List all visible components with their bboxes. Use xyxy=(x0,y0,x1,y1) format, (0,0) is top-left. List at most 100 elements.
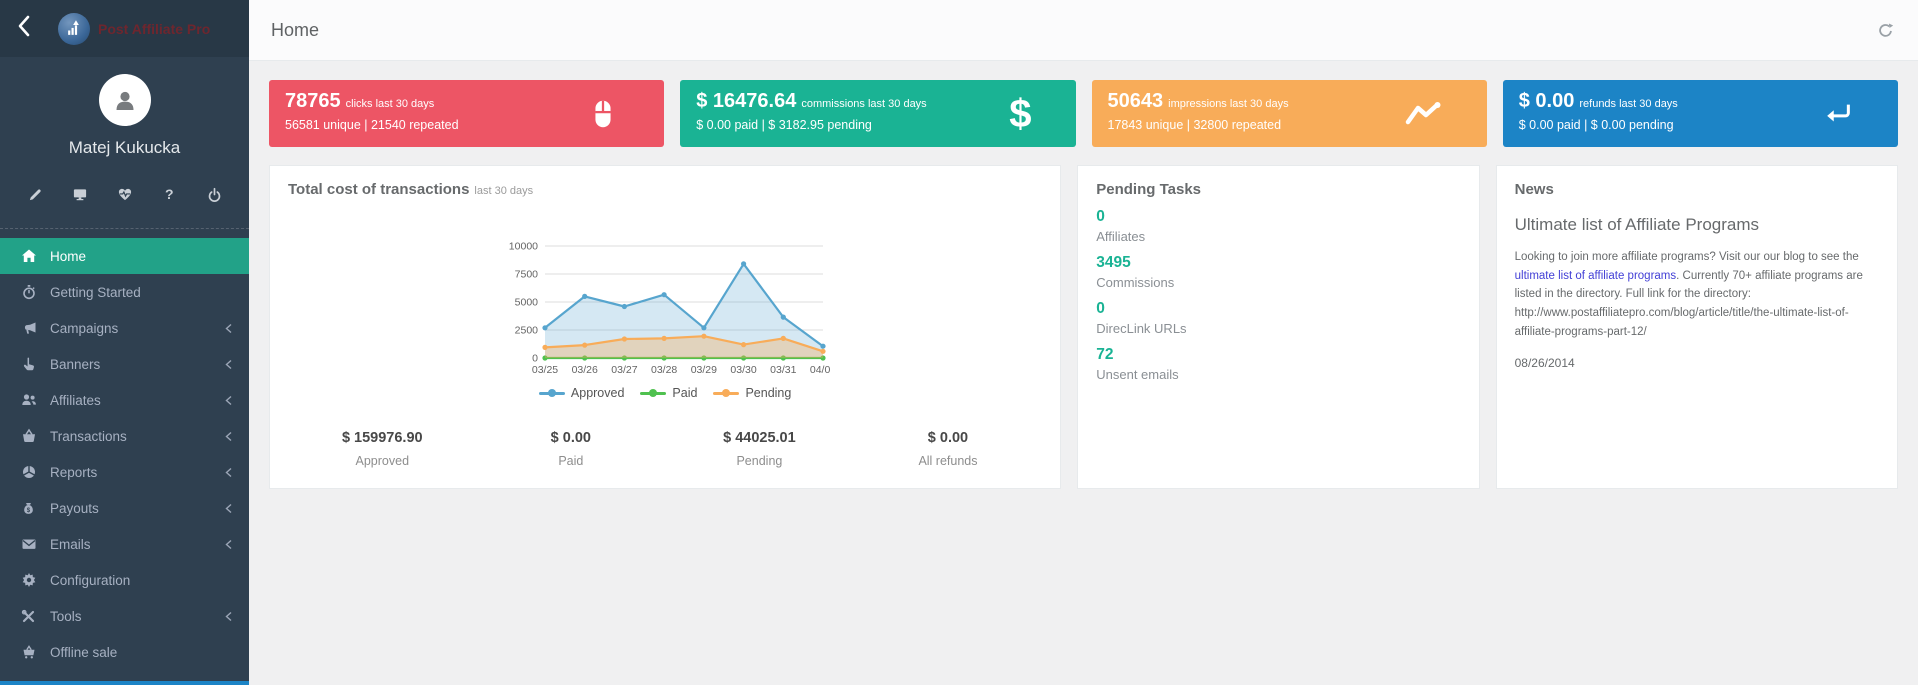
sidebar-item-home[interactable]: Home xyxy=(0,238,249,274)
sidebar: Post Affiliate Pro Matej Kukucka ? xyxy=(0,0,249,685)
hand-pointer-icon xyxy=(20,356,37,372)
chevron-left-icon xyxy=(225,503,232,514)
clicks-value: 78765 xyxy=(285,90,341,112)
envelope-icon xyxy=(20,536,37,552)
pending-commissions: 3495 Commissions xyxy=(1096,254,1460,290)
svg-text:03/28: 03/28 xyxy=(651,364,677,376)
chevron-left-icon xyxy=(225,395,232,406)
app-root: Post Affiliate Pro Matej Kukucka ? xyxy=(0,0,1918,685)
svg-text:03/25: 03/25 xyxy=(532,364,558,376)
user-avatar[interactable] xyxy=(99,74,151,126)
home-icon xyxy=(20,248,37,264)
sidebar-item-transactions[interactable]: Transactions xyxy=(0,418,249,454)
transactions-totals: $ 159976.90 Approved $ 0.00 Paid $ 44025… xyxy=(288,430,1042,468)
back-chevron-icon xyxy=(16,13,32,44)
news-date: 08/26/2014 xyxy=(1515,356,1879,370)
person-icon xyxy=(112,87,138,113)
clicks-stat-card[interactable]: 78765clicks last 30 days 56581 unique | … xyxy=(269,80,664,147)
svg-text:03/31: 03/31 xyxy=(770,364,796,376)
approved-total: $ 159976.90 Approved xyxy=(288,430,477,468)
svg-text:03/27: 03/27 xyxy=(611,364,637,376)
chevron-left-icon xyxy=(225,467,232,478)
sidebar-item-reports[interactable]: Reports xyxy=(0,454,249,490)
pending-tasks-title: Pending Tasks xyxy=(1096,181,1460,198)
monitor-icon[interactable] xyxy=(71,185,89,203)
transactions-chart: 02500500075001000003/2503/2603/2703/2803… xyxy=(288,238,1042,400)
sidebar-item-banners[interactable]: Banners xyxy=(0,346,249,382)
paid-total: $ 0.00 Paid xyxy=(477,430,666,468)
impressions-stat-card[interactable]: 50643impressions last 30 days 17843 uniq… xyxy=(1092,80,1487,147)
pie-chart-icon xyxy=(20,464,37,480)
chevron-left-icon xyxy=(225,431,232,442)
chevron-left-icon xyxy=(225,539,232,550)
cart-icon xyxy=(20,644,37,660)
stopwatch-icon xyxy=(20,284,37,300)
pending-tasks-panel: Pending Tasks 0 Affiliates 3495 Commissi… xyxy=(1077,165,1479,489)
transactions-panel: Total cost of transactionslast 30 days 0… xyxy=(269,165,1061,489)
brand-name: Post Affiliate Pro xyxy=(98,21,210,37)
pending-unsent-emails: 72 Unsent emails xyxy=(1096,346,1460,382)
user-name: Matej Kukucka xyxy=(0,138,249,158)
sidebar-divider xyxy=(0,228,249,229)
commissions-stat-card[interactable]: $ 16476.64commissions last 30 days $ 0.0… xyxy=(680,80,1075,147)
sidebar-item-payouts[interactable]: $ Payouts xyxy=(0,490,249,526)
svg-text:03/26: 03/26 xyxy=(572,364,598,376)
sidebar-item-emails[interactable]: Emails xyxy=(0,526,249,562)
dashboard-content: 78765clicks last 30 days 56581 unique | … xyxy=(249,61,1918,508)
news-panel: News Ultimate list of Affiliate Programs… xyxy=(1496,165,1898,489)
bullhorn-icon xyxy=(20,320,37,336)
panels-row: Total cost of transactionslast 30 days 0… xyxy=(269,165,1898,489)
sidebar-item-configuration[interactable]: Configuration xyxy=(0,562,249,598)
dollar-icon: $ xyxy=(1009,94,1031,134)
money-bag-icon: $ xyxy=(20,500,37,516)
chevron-left-icon xyxy=(225,359,232,370)
collapse-sidebar-button[interactable] xyxy=(16,13,32,44)
chart-legend: Approved Paid Pending xyxy=(539,386,791,400)
sidebar-nav: Home Getting Started Campaigns Banners A… xyxy=(0,238,249,670)
svg-text:5000: 5000 xyxy=(515,297,539,309)
app-logo-icon xyxy=(58,13,90,45)
commissions-sub: $ 0.00 paid | $ 3182.95 pending xyxy=(696,118,1059,132)
pencil-icon[interactable] xyxy=(26,185,44,203)
basket-icon xyxy=(20,428,37,444)
return-arrow-icon xyxy=(1822,100,1854,127)
svg-text:0: 0 xyxy=(532,353,538,365)
sidebar-top-bar: Post Affiliate Pro xyxy=(0,0,249,57)
main-area: Home 78765clicks last 30 days 56581 uniq… xyxy=(249,0,1918,685)
sidebar-bottom-strip xyxy=(0,681,249,685)
sidebar-item-campaigns[interactable]: Campaigns xyxy=(0,310,249,346)
sidebar-toolbar: ? xyxy=(0,158,249,203)
refresh-icon[interactable] xyxy=(1877,22,1894,39)
svg-text:10000: 10000 xyxy=(509,241,538,253)
page-title: Home xyxy=(271,20,319,41)
sidebar-item-getting-started[interactable]: Getting Started xyxy=(0,274,249,310)
tools-icon xyxy=(20,609,37,624)
svg-text:03/30: 03/30 xyxy=(731,364,757,376)
sidebar-item-offline-sale[interactable]: Offline sale xyxy=(0,634,249,670)
impressions-value: 50643 xyxy=(1108,90,1164,112)
help-icon[interactable]: ? xyxy=(160,185,178,203)
refunds-stat-card[interactable]: $ 0.00refunds last 30 days $ 0.00 paid |… xyxy=(1503,80,1898,147)
news-body: Looking to join more affiliate programs?… xyxy=(1515,248,1879,341)
chevron-left-icon xyxy=(225,611,232,622)
commissions-value: $ 16476.64 xyxy=(696,90,796,112)
health-heart-icon[interactable] xyxy=(116,185,134,203)
refunds-value: $ 0.00 xyxy=(1519,90,1575,112)
stat-cards-row: 78765clicks last 30 days 56581 unique | … xyxy=(269,80,1898,147)
news-link[interactable]: ultimate list of affiliate programs xyxy=(1515,270,1677,282)
legend-item-paid: Paid xyxy=(640,386,697,400)
legend-item-pending: Pending xyxy=(713,386,791,400)
area-chart: 02500500075001000003/2503/2603/2703/2803… xyxy=(499,238,831,380)
news-title: News xyxy=(1515,181,1879,198)
trend-line-icon xyxy=(1405,101,1443,127)
all-refunds-total: $ 0.00 All refunds xyxy=(854,430,1043,468)
legend-item-approved: Approved xyxy=(539,386,625,400)
mouse-icon xyxy=(586,97,620,131)
power-icon[interactable] xyxy=(205,185,223,203)
transactions-panel-subtitle: last 30 days xyxy=(474,185,533,197)
svg-text:7500: 7500 xyxy=(515,269,539,281)
gear-icon xyxy=(20,572,37,588)
sidebar-item-affiliates[interactable]: Affiliates xyxy=(0,382,249,418)
page-header: Home xyxy=(249,0,1918,61)
sidebar-item-tools[interactable]: Tools xyxy=(0,598,249,634)
